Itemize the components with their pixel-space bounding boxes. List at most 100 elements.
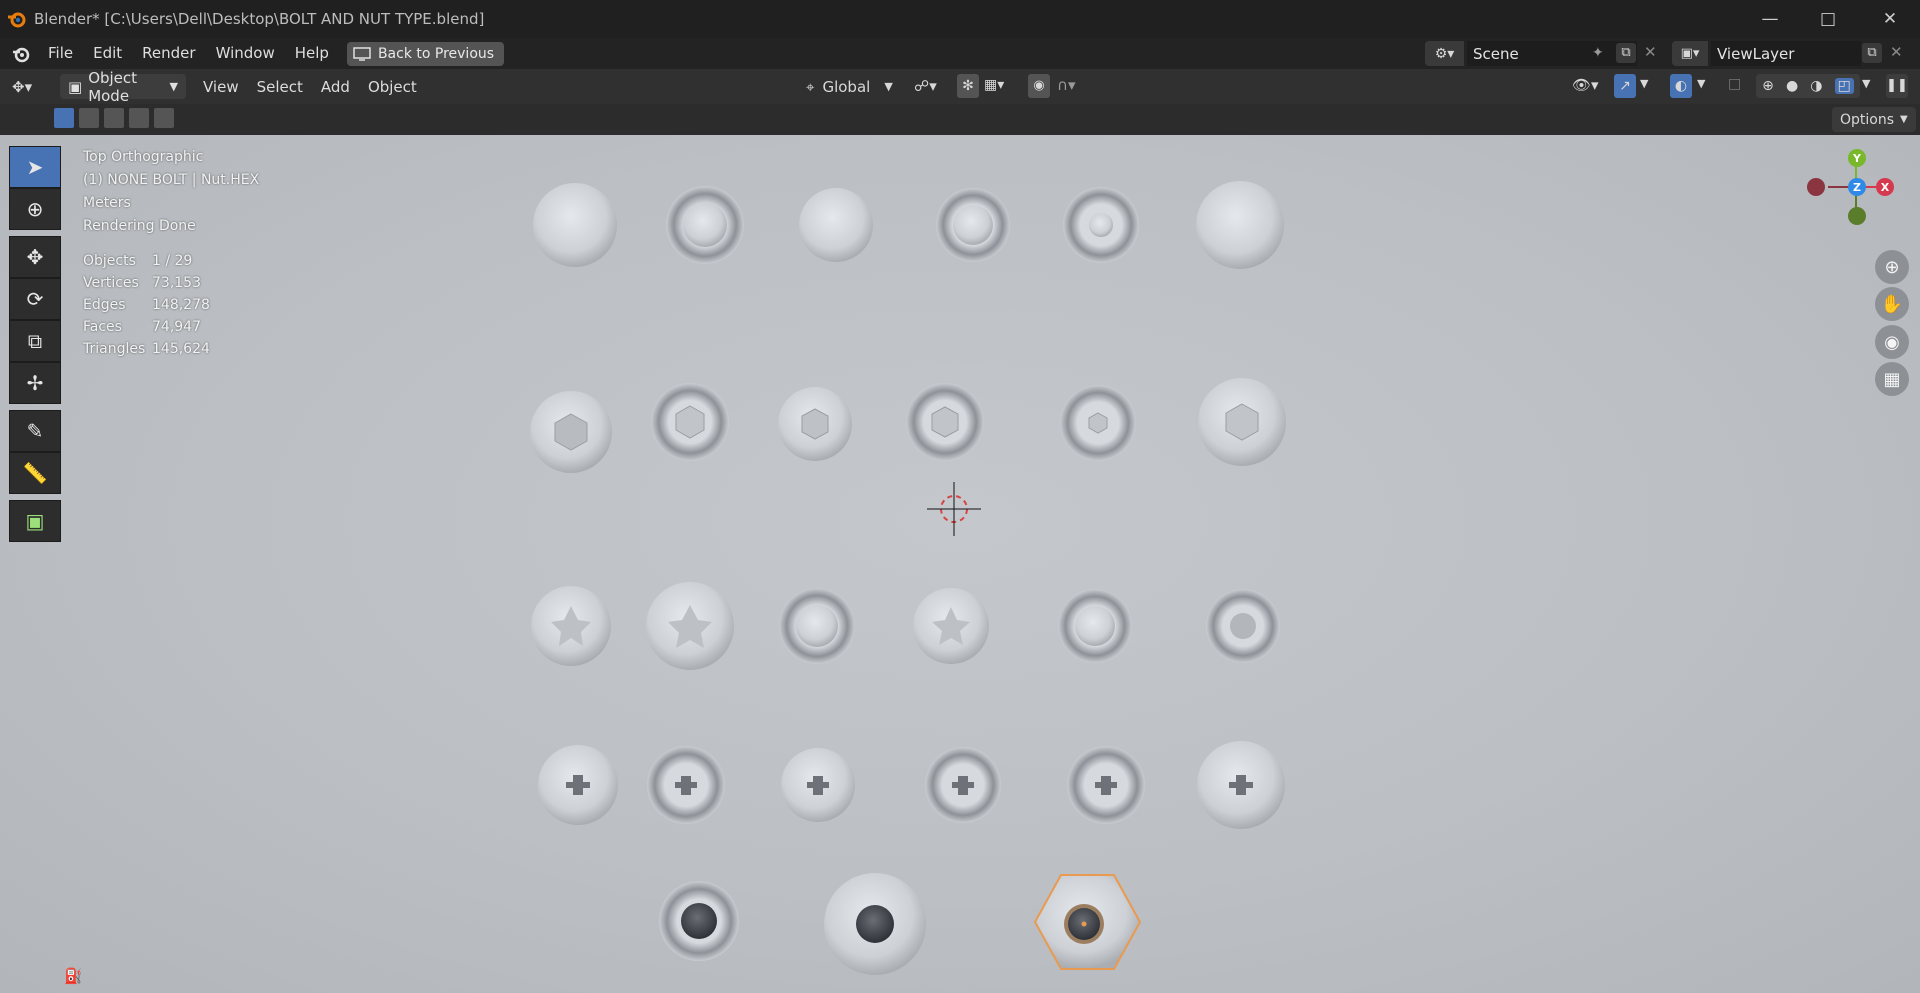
stat-value: 73,153 [152,275,201,291]
3d-viewport[interactable]: Y Z X ⊕ ✋ ◉ ▦ ⛽ [0,135,1920,993]
solid-shading-icon[interactable]: ● [1786,78,1798,94]
scene-objects[interactable] [0,135,1920,993]
menu-window[interactable]: Window [206,38,285,69]
viewport-header: ✥▾ ▣ Object Mode ▼ View Select Add Objec… [0,69,1920,105]
viewlayer-name-field[interactable]: ViewLayer [1717,45,1794,63]
pause-render-icon[interactable]: ❚❚ [1886,74,1908,98]
move-icon[interactable]: ✥ [9,236,61,278]
camera-view-icon[interactable]: ◉ [1875,325,1909,359]
stat-value: 145,624 [152,341,210,357]
menu-help[interactable]: Help [285,38,339,69]
menu-select[interactable]: Select [248,78,312,96]
new-viewlayer-icon[interactable]: ⧉ [1862,43,1882,63]
annotate-icon[interactable]: ✎ [9,410,61,452]
units-label: Meters [83,195,131,211]
editor-type-icon[interactable]: ✥▾ [12,78,48,96]
snap-target-icon[interactable]: ▦▾ [984,77,1004,93]
viewlayer-selector-icon[interactable]: ▣▾ [1672,41,1708,66]
gizmo-toggle-icon[interactable]: ↗ [1614,74,1636,98]
active-object-label: (1) NONE BOLT | Nut.HEX [83,172,260,188]
visibility-icon[interactable]: 👁▾ [1572,76,1599,94]
stat-label: Faces [83,319,122,335]
delete-viewlayer-icon[interactable]: ✕ [1890,43,1903,61]
stat-label: Triangles [83,341,146,357]
scale-icon[interactable]: ⧉ [9,320,61,362]
chevron-down-icon[interactable]: ▼ [1862,77,1870,90]
falloff-icon[interactable]: ∩▾ [1057,76,1076,94]
bolt-row-1[interactable] [533,181,1284,269]
stat-value: 148,278 [152,297,210,313]
window-title: Blender* [C:\Users\Dell\Desktop\BOLT AND… [34,10,485,28]
rendered-shading-icon[interactable]: ◰ [1834,78,1854,94]
menu-edit[interactable]: Edit [83,38,132,69]
transform-icon[interactable]: ✢ [9,362,61,404]
stat-label: Objects [83,253,136,269]
render-status: Rendering Done [83,218,196,234]
transform-orientation-dropdown[interactable]: Global [822,78,870,96]
gizmo-x-icon[interactable]: X [1876,178,1894,196]
stat-row: Faces 74,947 [83,316,210,338]
chevron-down-icon: ▼ [169,80,178,93]
close-icon[interactable]: ✕ [1861,0,1919,38]
select-intersect-icon[interactable] [154,108,174,128]
select-new-icon[interactable] [54,108,74,128]
pivot-point-icon[interactable]: ☍▾ [914,77,937,95]
select-box-icon[interactable]: ➤ [9,146,61,188]
bolt-row-2-hex-socket[interactable] [530,378,1286,473]
ortho-grid-icon[interactable]: ▦ [1875,362,1909,396]
chevron-down-icon[interactable]: ▼ [1697,77,1705,90]
delete-scene-icon[interactable]: ✕ [1644,43,1657,61]
options-dropdown[interactable]: Options [1840,112,1894,128]
chevron-down-icon: ▼ [884,80,893,93]
wireframe-shading-icon[interactable]: ⊕ [1762,78,1774,94]
bolt-row-4-phillips[interactable] [538,741,1285,829]
back-to-previous-button[interactable]: Back to Previous [346,41,505,66]
menu-add[interactable]: Add [312,78,359,96]
cursor-icon[interactable]: ⊕ [9,188,61,230]
stat-row: Edges 148,278 [83,294,210,316]
scene-selector-icon[interactable]: ⚙▾ [1425,41,1464,66]
gizmo-z-icon[interactable]: Z [1848,178,1866,196]
stat-label: Edges [83,297,126,313]
pin-icon[interactable]: ✦ [1592,45,1604,61]
menu-file[interactable]: File [38,38,83,69]
object-mode-dropdown[interactable]: ▣ Object Mode ▼ [60,69,186,105]
select-subtract-icon[interactable] [104,108,124,128]
stat-value: 1 / 29 [152,253,193,269]
menu-object[interactable]: Object [359,78,426,96]
stat-value: 74,947 [152,319,201,335]
gizmo-neg-y-icon[interactable] [1848,207,1866,225]
material-shading-icon[interactable]: ◑ [1810,78,1822,94]
minimize-icon[interactable]: — [1741,0,1799,38]
select-invert-icon[interactable] [129,108,149,128]
stat-row: Triangles 145,624 [83,338,210,360]
object-mode-icon: ▣ [68,77,83,96]
proportional-editing-icon[interactable]: ◉ [1028,74,1050,98]
maximize-icon[interactable]: □ [1799,0,1857,38]
stat-label: Vertices [83,275,139,291]
gizmo-neg-x-icon[interactable] [1807,178,1825,196]
blender-menu-icon[interactable] [10,43,32,65]
menu-view[interactable]: View [194,78,248,96]
overlays-toggle-icon[interactable]: ◐ [1670,74,1692,98]
chevron-down-icon[interactable]: ▼ [1640,77,1648,90]
new-scene-icon[interactable]: ⧉ [1616,43,1636,63]
stat-row: Objects 1 / 29 [83,250,210,272]
select-extend-icon[interactable] [79,108,99,128]
nut-row[interactable] [659,873,1142,975]
zoom-icon[interactable]: ⊕ [1875,250,1909,284]
snap-toggle-icon[interactable]: ✻ [957,74,979,98]
add-cube-icon[interactable]: ▣ [9,500,61,542]
3d-cursor-icon[interactable] [927,482,981,536]
menu-render[interactable]: Render [132,38,205,69]
view-name: Top Orthographic [83,149,204,165]
scene-name-field[interactable]: Scene [1473,45,1519,63]
measure-icon[interactable]: 📏 [9,452,61,494]
bolt-row-3-torx[interactable] [531,582,1280,670]
screen-icon [353,46,371,61]
pan-hand-icon[interactable]: ✋ [1875,287,1909,321]
xray-toggle-icon[interactable]: □ [1728,76,1741,92]
blender-logo-icon [8,12,26,28]
rotate-icon[interactable]: ⟳ [9,278,61,320]
gizmo-y-icon[interactable]: Y [1848,149,1866,167]
